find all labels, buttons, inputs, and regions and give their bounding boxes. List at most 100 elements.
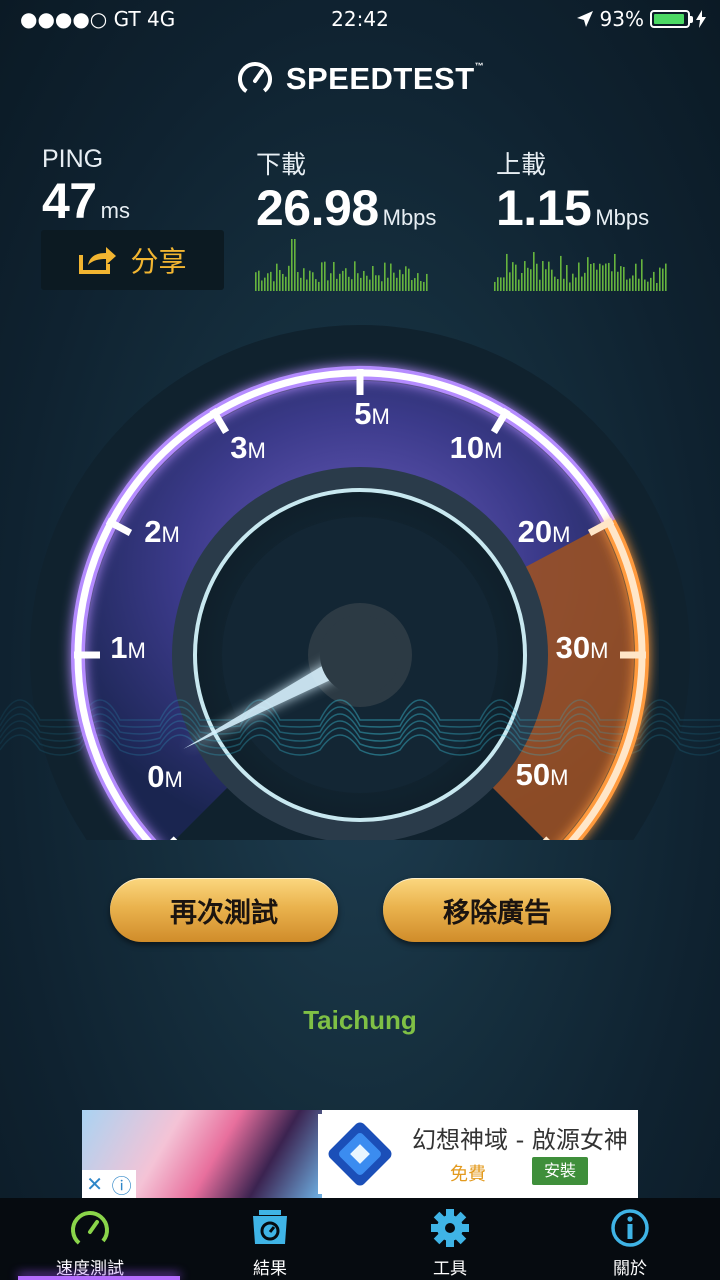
tab-speed-test[interactable]: 速度測試 xyxy=(0,1198,180,1280)
sparkline-bar xyxy=(596,269,598,291)
active-tab-indicator xyxy=(18,1276,180,1280)
tab-bar: 速度測試 結果 工具 關於 xyxy=(0,1198,720,1280)
sparkline-bar xyxy=(267,273,269,291)
sparkline-bar xyxy=(533,252,535,291)
info-icon[interactable]: ⓘ xyxy=(112,1170,132,1199)
location-arrow-icon xyxy=(576,11,593,27)
sparkline-bar xyxy=(503,277,505,291)
sparkline-bar xyxy=(512,262,514,291)
sparkline-bar xyxy=(557,279,559,291)
game-app-icon xyxy=(318,1114,402,1194)
sparkline-bar xyxy=(300,277,302,291)
sparkline-bar xyxy=(569,282,571,291)
sparkline-bar xyxy=(548,261,550,291)
sparkline-bar xyxy=(327,280,329,291)
sparkline-bar xyxy=(584,272,586,291)
sparkline-bar xyxy=(614,253,616,291)
sparkline-bar xyxy=(530,269,532,291)
sparkline-bar xyxy=(366,275,368,291)
sparkline-bar xyxy=(396,277,398,291)
sparkline-bar xyxy=(572,273,574,291)
share-label: 分享 xyxy=(130,245,187,278)
sparkline-bar xyxy=(638,278,640,291)
sparkline-bar xyxy=(506,253,508,291)
sparkline-bar xyxy=(539,279,541,291)
download-stat: 下載 26.98 Mbps xyxy=(256,145,436,237)
sparkline-bar xyxy=(309,270,311,291)
upload-stat: 上載 1.15 Mbps xyxy=(496,145,649,237)
sparkline-bar xyxy=(264,277,266,291)
sparkline-bar xyxy=(336,278,338,291)
sparkline-bar xyxy=(339,273,341,291)
sparkline-bar xyxy=(294,239,296,291)
sparkline-bar xyxy=(515,264,517,291)
sparkline-bar xyxy=(285,276,287,291)
trademark: ™ xyxy=(474,61,485,71)
retest-button[interactable]: 再次測試 xyxy=(110,878,338,942)
ad-close[interactable]: ✕ ⓘ xyxy=(82,1170,136,1198)
sparkline-bar xyxy=(587,257,589,291)
sparkline-bar xyxy=(563,278,565,291)
sparkline-bar xyxy=(650,277,652,291)
sparkline-bar xyxy=(393,272,395,291)
gear-icon xyxy=(431,1209,469,1247)
sparkline-bar xyxy=(593,263,595,291)
sparkline-bar xyxy=(291,239,293,291)
upload-sparkline xyxy=(494,252,667,291)
sparkline-bar xyxy=(602,265,604,291)
sparkline-bar xyxy=(629,278,631,291)
sparkline-bar xyxy=(261,280,263,291)
upload-label: 上載 xyxy=(496,151,547,179)
sparkline-bar xyxy=(420,281,422,291)
sparkline-bar xyxy=(345,268,347,291)
tab-results[interactable]: 結果 xyxy=(180,1198,360,1280)
sparkline-bar xyxy=(509,272,511,291)
ping-label: PING xyxy=(42,145,104,173)
close-icon[interactable]: ✕ xyxy=(86,1172,103,1196)
sparkline-bar xyxy=(545,269,547,291)
sparkline-bar xyxy=(560,255,562,291)
charging-bolt-icon xyxy=(696,10,706,28)
tab-about[interactable]: 關於 xyxy=(540,1198,720,1280)
server-location[interactable]: Taichung xyxy=(0,1005,720,1036)
sparkline-bar xyxy=(423,281,425,291)
sparkline-bar xyxy=(426,273,428,291)
sparkline-bar xyxy=(626,279,628,291)
sparkline-bar xyxy=(527,267,529,291)
speedometer-icon xyxy=(71,1211,109,1248)
tab-tools[interactable]: 工具 xyxy=(360,1198,540,1280)
sparkline-bar xyxy=(321,262,323,291)
sparkline-bar xyxy=(273,281,275,291)
sparkline-bar xyxy=(288,265,290,291)
sparkline-bar xyxy=(554,276,556,291)
sparkline-bar xyxy=(384,262,386,291)
sparkline-bar xyxy=(318,281,320,291)
tab-label: 結果 xyxy=(253,1259,287,1279)
sparkline-bar xyxy=(282,273,284,291)
sparkline-bar xyxy=(375,275,377,291)
sparkline-bar xyxy=(312,272,314,291)
sparkline-bar xyxy=(500,277,502,291)
download-label: 下載 xyxy=(256,151,307,179)
sparkline-bar xyxy=(405,266,407,291)
ad-banner[interactable]: ✕ ⓘ 幻想神域 - 啟源女神 免費 安裝 xyxy=(82,1110,638,1198)
sparkline-bar xyxy=(258,270,260,291)
sparkline-bar xyxy=(632,275,634,291)
remove-ads-button[interactable]: 移除廣告 xyxy=(383,878,611,942)
sparkline-bar xyxy=(623,266,625,291)
sparkline-bar xyxy=(363,270,365,291)
download-sparkline xyxy=(255,239,428,291)
sparkline-bar xyxy=(524,261,526,291)
sparkline-bar xyxy=(378,275,380,291)
sparkline-bar xyxy=(348,276,350,291)
ping-value: 47 xyxy=(42,173,97,229)
sparkline-bar xyxy=(653,271,655,291)
share-button[interactable]: 分享 xyxy=(41,230,224,290)
sparkline-bar xyxy=(333,261,335,291)
ad-install-button[interactable]: 安裝 xyxy=(532,1157,588,1185)
sparkline-bar xyxy=(620,266,622,291)
sparkline-bar xyxy=(566,265,568,291)
battery-icon xyxy=(650,10,693,28)
sparkline-bar xyxy=(518,279,520,291)
sparkline-bar xyxy=(494,281,496,291)
